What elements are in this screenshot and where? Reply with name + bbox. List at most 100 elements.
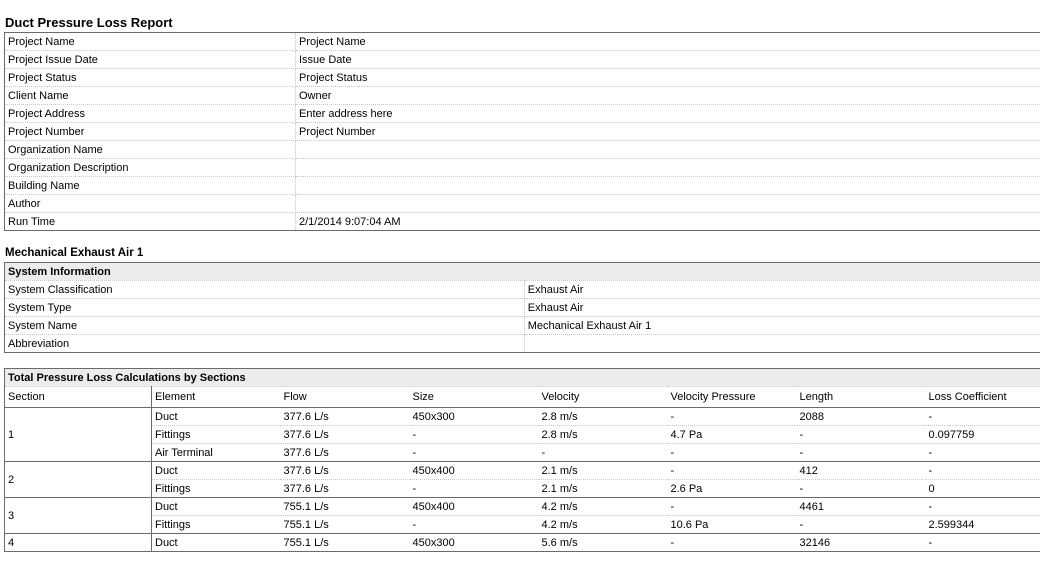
field-value: Owner: [295, 86, 1040, 105]
table-row: Building Name: [4, 176, 1040, 195]
cell-vp: 4.7 Pa: [667, 425, 797, 444]
column-header: Loss Coefficient: [925, 386, 1040, 408]
cell-length: 2088: [796, 407, 926, 426]
field-value: Exhaust Air: [524, 280, 1040, 299]
column-header: Element: [151, 386, 281, 408]
table-row: Project Status Project Status: [4, 68, 1040, 87]
section-number: 2: [4, 461, 152, 498]
field-label: Project Issue Date: [4, 50, 296, 69]
cell-element: Air Terminal: [151, 443, 281, 462]
cell-length: 32146: [796, 533, 926, 552]
cell-element: Duct: [151, 533, 281, 552]
field-value: Project Status: [295, 68, 1040, 87]
project-info-table: Project Name Project Name Project Issue D…: [4, 32, 1040, 231]
field-label: System Type: [4, 298, 525, 317]
cell-length: -: [796, 425, 926, 444]
cell-loss: 0.097759: [925, 425, 1040, 444]
pressure-loss-table: Total Pressure Loss Calculations by Sect…: [3, 368, 1040, 552]
cell-vp: -: [667, 407, 797, 426]
field-value: Enter address here: [295, 104, 1040, 123]
table-row: 3 Duct 755.1 L/s 450x400 4.2 m/s -4461-: [4, 497, 1040, 534]
cell-flow: 377.6 L/s: [280, 443, 410, 462]
cell-velocity: 4.2 m/s: [538, 515, 668, 534]
table-row: Organization Description: [4, 158, 1040, 177]
cell-element: Fittings: [151, 425, 281, 444]
field-value: Issue Date: [295, 50, 1040, 69]
field-label: Project Address: [4, 104, 296, 123]
system-title: Mechanical Exhaust Air 1: [5, 247, 144, 259]
section-header-row: System Information: [4, 262, 1040, 281]
table-row: System Type Exhaust Air: [4, 298, 1040, 317]
cell-vp: -: [667, 461, 797, 480]
field-value: [295, 176, 1040, 195]
cell-loss: -: [925, 443, 1040, 462]
field-label: System Classification: [4, 280, 525, 299]
cell-element: Duct: [151, 497, 281, 516]
cell-velocity: 2.1 m/s: [538, 479, 668, 498]
table-row: 2 Duct 377.6 L/s 450x400 2.1 m/s -412-: [4, 461, 1040, 498]
cell-size: 450x300: [409, 533, 539, 552]
table-row: Client Name Owner: [4, 86, 1040, 105]
cell-length: 4461: [796, 497, 926, 516]
cell-vp: -: [667, 497, 797, 516]
cell-flow: 377.6 L/s: [280, 461, 410, 480]
field-value: [524, 334, 1040, 353]
section-header: Total Pressure Loss Calculations by Sect…: [3, 368, 1040, 387]
cell-loss: 2.599344: [925, 515, 1040, 534]
cell-length: -: [796, 443, 926, 462]
cell-vp: 10.6 Pa: [667, 515, 797, 534]
cell-velocity: 2.1 m/s: [538, 461, 668, 480]
table-row: System Name Mechanical Exhaust Air 1: [4, 316, 1040, 335]
column-header: Length: [796, 386, 926, 408]
field-label: Client Name: [4, 86, 296, 105]
cell-size: 450x400: [409, 461, 539, 480]
cell-flow: 377.6 L/s: [280, 425, 410, 444]
cell-size: 450x400: [409, 497, 539, 516]
table-row: 1 Duct 377.6 L/s 450x300 2.8 m/s -2088-: [4, 407, 1040, 462]
system-info-table: System Information System Classification…: [4, 262, 1040, 353]
section-header-row: Total Pressure Loss Calculations by Sect…: [3, 368, 1040, 387]
table-row: Run Time 2/1/2014 9:07:04 AM: [4, 212, 1040, 231]
cell-size: -: [409, 479, 539, 498]
field-value: Project Name: [295, 32, 1040, 51]
field-value: [295, 194, 1040, 213]
field-label: Project Name: [4, 32, 296, 51]
cell-loss: 0: [925, 479, 1040, 498]
cell-element: Duct: [151, 407, 281, 426]
cell-velocity: 2.8 m/s: [538, 407, 668, 426]
cell-size: -: [409, 515, 539, 534]
field-value: 2/1/2014 9:07:04 AM: [295, 212, 1040, 231]
cell-velocity: 5.6 m/s: [538, 533, 668, 552]
cell-size: 450x300: [409, 407, 539, 426]
table-row: 4 Duct 755.1 L/s 450x300 5.6 m/s -32146-: [4, 533, 1040, 552]
table-row: Project Name Project Name: [4, 32, 1040, 51]
cell-size: -: [409, 443, 539, 462]
cell-velocity: -: [538, 443, 668, 462]
section-number: 1: [4, 407, 152, 462]
column-header: Size: [409, 386, 539, 408]
section-number: 3: [4, 497, 152, 534]
field-label: Run Time: [4, 212, 296, 231]
field-value: [295, 140, 1040, 159]
cell-flow: 755.1 L/s: [280, 497, 410, 516]
cell-element: Fittings: [151, 515, 281, 534]
table-row: Abbreviation: [4, 334, 1040, 353]
table-row: Fittings 755.1 L/s -4.2 m/s 10.6 Pa -2.59934…: [5, 515, 1040, 534]
section-number: 4: [4, 533, 152, 552]
table-row: Organization Name: [4, 140, 1040, 159]
field-label: Organization Description: [4, 158, 296, 177]
cell-size: -: [409, 425, 539, 444]
field-value: Mechanical Exhaust Air 1: [524, 316, 1040, 335]
table-row: Project Address Enter address here: [4, 104, 1040, 123]
cell-loss: -: [925, 533, 1040, 552]
section-header: System Information: [4, 262, 1040, 281]
cell-loss: -: [925, 497, 1040, 516]
cell-flow: 377.6 L/s: [280, 479, 410, 498]
table-row: System Classification Exhaust Air: [4, 280, 1040, 299]
cell-vp: 2.6 Pa: [667, 479, 797, 498]
cell-flow: 755.1 L/s: [280, 515, 410, 534]
table-row: Author: [4, 194, 1040, 213]
cell-flow: 377.6 L/s: [280, 407, 410, 426]
table-row: Project Number Project Number: [4, 122, 1040, 141]
table-row: Project Issue Date Issue Date: [4, 50, 1040, 69]
